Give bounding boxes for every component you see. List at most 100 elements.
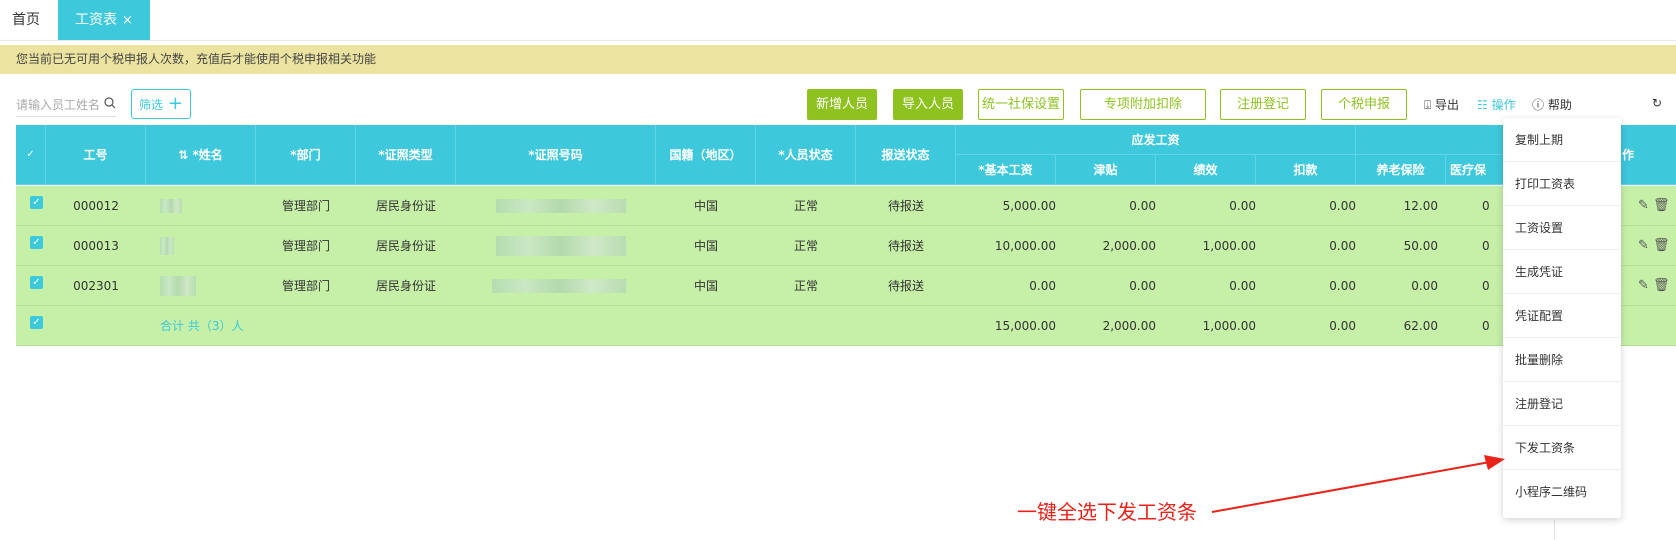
header-gross-pay: 应发工资 bbox=[956, 125, 1356, 155]
header-name[interactable]: ⇅ *姓名 bbox=[146, 125, 256, 185]
special-deduction-button[interactable]: 专项附加扣除 bbox=[1080, 89, 1206, 120]
header-performance: 绩效 bbox=[1156, 155, 1256, 185]
tab-salary-sheet-label: 工资表 bbox=[75, 12, 118, 28]
cell-dept: 管理部门 bbox=[281, 199, 330, 213]
masked-name bbox=[160, 276, 196, 296]
cell-report-status: 待报送 bbox=[887, 199, 924, 213]
search-input[interactable]: 请输入员工姓名 bbox=[16, 94, 116, 117]
cell-allowance: 2,000.00 bbox=[1102, 239, 1156, 253]
menu-item-generate-voucher[interactable]: 生成凭证 bbox=[1503, 250, 1621, 294]
header-staff-status: *人员状态 bbox=[756, 125, 856, 185]
cell-report-status: 待报送 bbox=[887, 279, 924, 293]
row-checkbox[interactable]: ✓ bbox=[30, 196, 43, 209]
tab-home[interactable]: 首页 bbox=[12, 0, 40, 40]
header-name-label: *姓名 bbox=[192, 148, 223, 162]
row-checkbox[interactable]: ✓ bbox=[30, 316, 43, 329]
menu-item-salary-settings[interactable]: 工资设置 bbox=[1503, 206, 1621, 250]
cell-medical: 0 bbox=[1482, 239, 1490, 253]
edit-icon[interactable]: ✎ bbox=[1638, 238, 1649, 253]
export-button[interactable]: ⍗ 导出 bbox=[1424, 96, 1459, 113]
cell-id-type: 居民身份证 bbox=[375, 239, 436, 253]
table-total-row: ✓ 合计 共（3）人 15,000.00 2,000.00 1,000.00 0… bbox=[16, 306, 1676, 346]
header-id-number: *证照号码 bbox=[456, 125, 656, 185]
menu-item-copy-last-period[interactable]: 复制上期 bbox=[1503, 118, 1621, 162]
registration-button[interactable]: 注册登记 bbox=[1220, 89, 1306, 120]
delete-icon[interactable]: 🗑 bbox=[1653, 198, 1670, 213]
header-id-type: *证照类型 bbox=[356, 125, 456, 185]
edit-icon[interactable]: ✎ bbox=[1638, 278, 1649, 293]
cell-deduction: 0.00 bbox=[1329, 239, 1356, 253]
sort-icon[interactable]: ⇅ bbox=[178, 148, 188, 162]
edit-icon[interactable]: ✎ bbox=[1638, 198, 1649, 213]
delete-icon[interactable]: 🗑 bbox=[1653, 278, 1670, 293]
tax-declaration-button[interactable]: 个税申报 bbox=[1321, 89, 1407, 120]
header-pension: 养老保险 bbox=[1356, 155, 1446, 185]
total-base-salary: 15,000.00 bbox=[994, 319, 1056, 333]
cell-id: 000013 bbox=[73, 239, 119, 253]
cell-nationality: 中国 bbox=[693, 199, 718, 213]
select-all-checkbox[interactable]: ✓ bbox=[24, 148, 37, 161]
plus-icon: + bbox=[167, 93, 183, 114]
cell-allowance: 0.00 bbox=[1129, 279, 1156, 293]
cell-staff-status: 正常 bbox=[793, 199, 818, 213]
header-id: 工号 bbox=[46, 125, 146, 185]
tab-salary-sheet[interactable]: 工资表 × bbox=[58, 0, 150, 40]
cell-base-salary: 5,000.00 bbox=[1002, 199, 1056, 213]
cell-allowance: 0.00 bbox=[1129, 199, 1156, 213]
masked-name bbox=[160, 199, 182, 213]
operate-label: 操作 bbox=[1491, 98, 1516, 112]
header-allowance: 津贴 bbox=[1056, 155, 1156, 185]
operate-button[interactable]: ☷ 操作 bbox=[1477, 96, 1516, 113]
cell-id: 002301 bbox=[73, 279, 119, 293]
divider bbox=[1554, 520, 1555, 540]
table-row[interactable]: ✓ 002301 管理部门 居民身份证 中国 正常 待报送 0.00 0.00 … bbox=[16, 266, 1676, 306]
table-row[interactable]: ✓ 000012 管理部门 居民身份证 中国 正常 待报送 5,000.00 0… bbox=[16, 186, 1676, 226]
help-button[interactable]: ⓘ 帮助 bbox=[1532, 96, 1572, 113]
social-security-setting-button[interactable]: 统一社保设置 bbox=[978, 89, 1064, 120]
cell-medical: 0 bbox=[1482, 279, 1490, 293]
filter-button[interactable]: 筛选 + bbox=[131, 89, 191, 119]
table-row[interactable]: ✓ 000013 管理部门 居民身份证 中国 正常 待报送 10,000.00 … bbox=[16, 226, 1676, 266]
cell-id: 000012 bbox=[73, 199, 119, 213]
menu-item-batch-delete[interactable]: 批量删除 bbox=[1503, 338, 1621, 382]
menu-item-mini-program-qr[interactable]: 小程序二维码 bbox=[1503, 470, 1621, 514]
total-pension: 62.00 bbox=[1403, 319, 1438, 333]
cell-nationality: 中国 bbox=[693, 279, 718, 293]
add-employee-button[interactable]: 新增人员 bbox=[807, 89, 877, 120]
header-report-status: 报送状态 bbox=[856, 125, 956, 185]
cell-pension: 50.00 bbox=[1403, 239, 1438, 253]
row-checkbox[interactable]: ✓ bbox=[30, 236, 43, 249]
row-actions: ✎ 🗑 bbox=[1638, 226, 1670, 266]
menu-item-registration[interactable]: 注册登记 bbox=[1503, 382, 1621, 426]
total-medical: 0 bbox=[1482, 319, 1490, 333]
cell-deduction: 0.00 bbox=[1329, 199, 1356, 213]
export-label: 导出 bbox=[1435, 98, 1460, 112]
total-performance: 1,000.00 bbox=[1202, 319, 1256, 333]
header-base-salary: *基本工资 bbox=[956, 155, 1056, 185]
search-icon[interactable] bbox=[104, 94, 116, 116]
cell-pension: 0.00 bbox=[1411, 279, 1438, 293]
row-checkbox[interactable]: ✓ bbox=[30, 276, 43, 289]
header-select-all[interactable]: ✓ bbox=[16, 125, 46, 185]
list-icon: ☷ bbox=[1477, 98, 1488, 112]
import-employee-button[interactable]: 导入人员 bbox=[893, 89, 963, 120]
menu-item-print-sheet[interactable]: 打印工资表 bbox=[1503, 162, 1621, 206]
menu-item-voucher-config[interactable]: 凭证配置 bbox=[1503, 294, 1621, 338]
cell-deduction: 0.00 bbox=[1329, 279, 1356, 293]
menu-item-issue-payslip[interactable]: 下发工资条 bbox=[1503, 426, 1621, 470]
notice-banner: 您当前已无可用个税申报人次数，充值后才能使用个税申报相关功能 bbox=[0, 45, 1676, 74]
row-actions: ✎ 🗑 bbox=[1638, 186, 1670, 226]
masked-id-number bbox=[492, 279, 626, 293]
cell-dept: 管理部门 bbox=[281, 239, 330, 253]
cell-id-type: 居民身份证 bbox=[375, 199, 436, 213]
delete-icon[interactable]: 🗑 bbox=[1653, 238, 1670, 253]
cell-performance: 0.00 bbox=[1229, 199, 1256, 213]
close-icon[interactable]: × bbox=[122, 13, 133, 28]
cell-medical: 0 bbox=[1482, 199, 1490, 213]
refresh-icon[interactable]: ↻ bbox=[1652, 96, 1662, 110]
cell-base-salary: 0.00 bbox=[1029, 279, 1056, 293]
masked-name bbox=[160, 237, 174, 255]
cell-id-type: 居民身份证 bbox=[375, 279, 436, 293]
annotation-text: 一键全选下发工资条 bbox=[1017, 500, 1197, 524]
masked-id-number bbox=[496, 236, 626, 256]
